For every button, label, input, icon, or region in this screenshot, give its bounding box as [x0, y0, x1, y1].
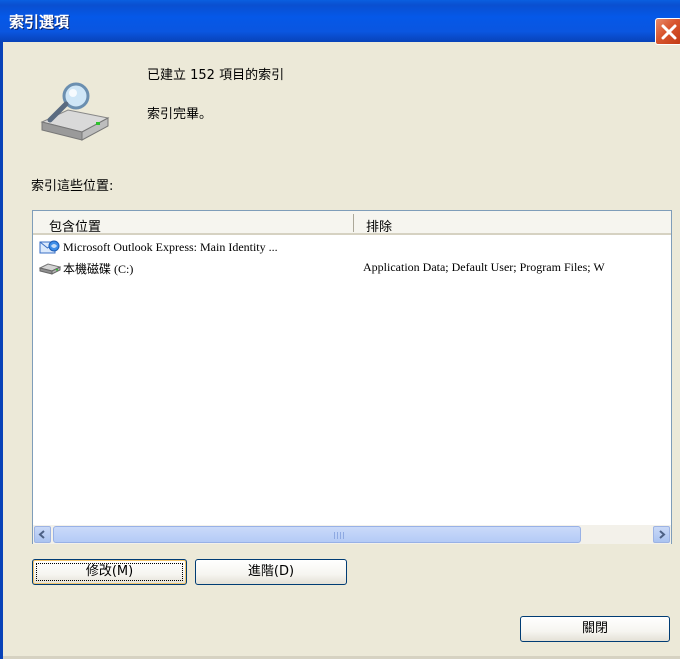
close-window-button[interactable]	[655, 18, 680, 45]
items-indexed-count: 已建立 152 項目的索引	[147, 68, 285, 83]
list-item[interactable]: Microsoft Outlook Express: Main Identity…	[33, 237, 671, 257]
scrollbar-grip	[334, 532, 344, 539]
outlook-express-icon	[39, 240, 60, 254]
column-header-included[interactable]: 包含位置	[49, 216, 101, 235]
close-button[interactable]: 關閉	[520, 616, 670, 642]
advanced-button-label: 進階(D)	[247, 564, 295, 579]
indexing-options-dialog: 索引選項 已建立 152 項目的索引 索引完畢。 索引這些位置: 包含位置 排除	[0, 0, 680, 659]
column-divider[interactable]	[353, 214, 354, 232]
locations-label: 索引這些位置:	[31, 179, 114, 194]
horizontal-scrollbar[interactable]	[33, 525, 671, 544]
title-bar[interactable]: 索引選項	[0, 0, 680, 45]
location-name: 本機磁碟 (C:)	[63, 262, 134, 276]
scrollbar-thumb[interactable]	[53, 526, 581, 543]
locations-list[interactable]: 包含位置 排除 Microsoft Outlook Express: Main …	[32, 210, 672, 544]
modify-button[interactable]: 修改(M)	[32, 559, 187, 585]
scroll-right-button[interactable]	[653, 526, 670, 543]
column-header-excluded[interactable]: 排除	[366, 216, 392, 235]
close-icon	[661, 24, 677, 40]
location-name: Microsoft Outlook Express: Main Identity…	[63, 240, 278, 254]
window-border	[0, 42, 3, 659]
indexing-status-icon	[40, 82, 110, 141]
scroll-left-button[interactable]	[34, 526, 51, 543]
focus-rectangle	[36, 563, 183, 581]
chevron-right-icon	[659, 530, 666, 539]
advanced-button[interactable]: 進階(D)	[195, 559, 347, 585]
close-button-label: 關閉	[581, 621, 608, 636]
location-exclusions: Application Data; Default User; Program …	[363, 260, 605, 274]
chevron-left-icon	[38, 530, 45, 539]
list-header: 包含位置 排除	[33, 211, 671, 235]
list-item[interactable]: 本機磁碟 (C:) Application Data; Default User…	[33, 257, 671, 277]
local-disk-icon	[39, 263, 61, 275]
window-title: 索引選項	[9, 13, 70, 31]
indexing-state: 索引完畢。	[147, 107, 213, 122]
